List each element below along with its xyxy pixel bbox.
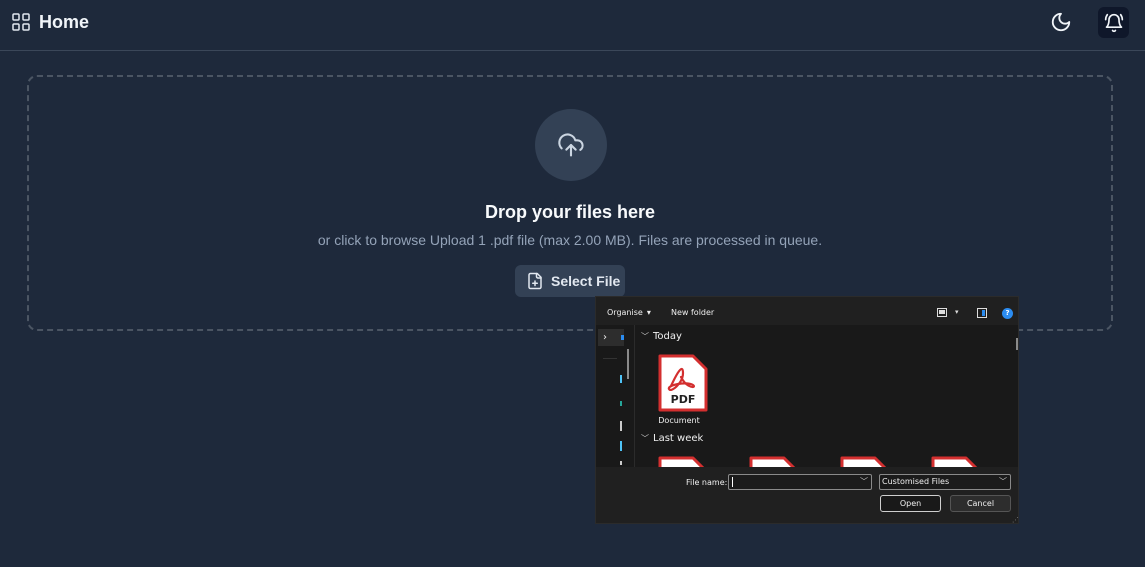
pdf-badge-text: PDF — [671, 393, 696, 406]
select-file-button[interactable]: Select File — [515, 265, 625, 297]
group-header-last-week[interactable]: ﹀ Last week — [641, 433, 703, 444]
pdf-file-icon[interactable]: PDF — [657, 353, 709, 413]
file-name-input[interactable]: ﹀ — [728, 474, 872, 490]
text-caret — [732, 477, 733, 487]
file-type-select[interactable]: Customised Files ﹀ — [879, 474, 1011, 490]
help-icon[interactable]: ? — [1002, 308, 1013, 319]
resize-grip-icon[interactable]: ⋰ — [1012, 516, 1018, 523]
notifications-button[interactable] — [1098, 7, 1129, 38]
chevron-down-icon: ▾ — [646, 308, 651, 317]
select-file-label: Select File — [551, 273, 621, 289]
page-title: Home — [39, 12, 90, 32]
nav-divider — [603, 358, 617, 359]
chevron-down-icon: ﹀ — [999, 477, 1007, 486]
dialog-footer: File name: ﹀ Customised Files ﹀ Open Can… — [596, 467, 1018, 523]
organise-menu[interactable]: Organise ▾ — [607, 308, 651, 317]
nav-item-icon[interactable] — [620, 375, 622, 383]
theme-toggle-moon-icon[interactable] — [1050, 11, 1072, 33]
grid-icon[interactable] — [12, 13, 30, 31]
organise-label: Organise — [607, 308, 643, 317]
file-list-scrollbar[interactable] — [1016, 338, 1018, 350]
file-list[interactable]: ﹀ Today PDF Document ﹀ Last week — [636, 325, 1018, 467]
dialog-toolbar: Organise ▾ New folder ▾ ? — [596, 297, 1018, 325]
nav-item-icon[interactable] — [620, 441, 622, 451]
view-options-chevron-icon[interactable]: ▾ — [955, 308, 959, 316]
nav-scrollbar[interactable] — [627, 349, 629, 379]
file-name-label: File name: — [686, 478, 728, 487]
open-button[interactable]: Open — [880, 495, 941, 512]
view-mode-icon[interactable] — [937, 308, 947, 317]
navigation-pane[interactable]: › — [596, 325, 635, 467]
pdf-file-icon[interactable] — [657, 455, 709, 467]
group-label: Today — [653, 331, 682, 342]
file-plus-icon — [528, 272, 542, 290]
pdf-file-icon[interactable] — [930, 455, 982, 467]
nav-item-icon[interactable] — [620, 461, 622, 465]
preview-pane-icon[interactable] — [977, 308, 987, 318]
upload-icon-circle — [535, 109, 607, 181]
nav-expand-chevron-icon[interactable]: › — [598, 329, 624, 346]
chevron-down-icon: ﹀ — [641, 434, 649, 443]
cloud-upload-icon — [558, 133, 584, 157]
pdf-file-icon[interactable] — [839, 455, 891, 467]
group-header-today[interactable]: ﹀ Today — [641, 331, 682, 342]
chevron-down-icon: ﹀ — [641, 332, 649, 341]
nav-item-icon[interactable] — [620, 421, 622, 431]
chevron-down-icon[interactable]: ﹀ — [860, 476, 868, 487]
dropzone-subtitle: or click to browse Upload 1 .pdf file (m… — [317, 232, 823, 248]
file-dropzone[interactable]: Drop your files here or click to browse … — [27, 75, 1113, 331]
new-folder-button[interactable]: New folder — [671, 308, 714, 317]
dropzone-title: Drop your files here — [484, 202, 656, 222]
nav-item-icon[interactable] — [620, 401, 622, 406]
bell-ring-icon — [1104, 13, 1123, 32]
top-bar: Home — [0, 0, 1145, 51]
pdf-file-icon[interactable] — [748, 455, 800, 467]
group-label: Last week — [653, 433, 704, 444]
file-open-dialog: Organise ▾ New folder ▾ ? › ﹀ Today PDF … — [595, 296, 1019, 524]
cancel-button[interactable]: Cancel — [950, 495, 1011, 512]
file-name[interactable]: Document — [649, 416, 709, 425]
file-type-value: Customised Files — [882, 477, 950, 486]
